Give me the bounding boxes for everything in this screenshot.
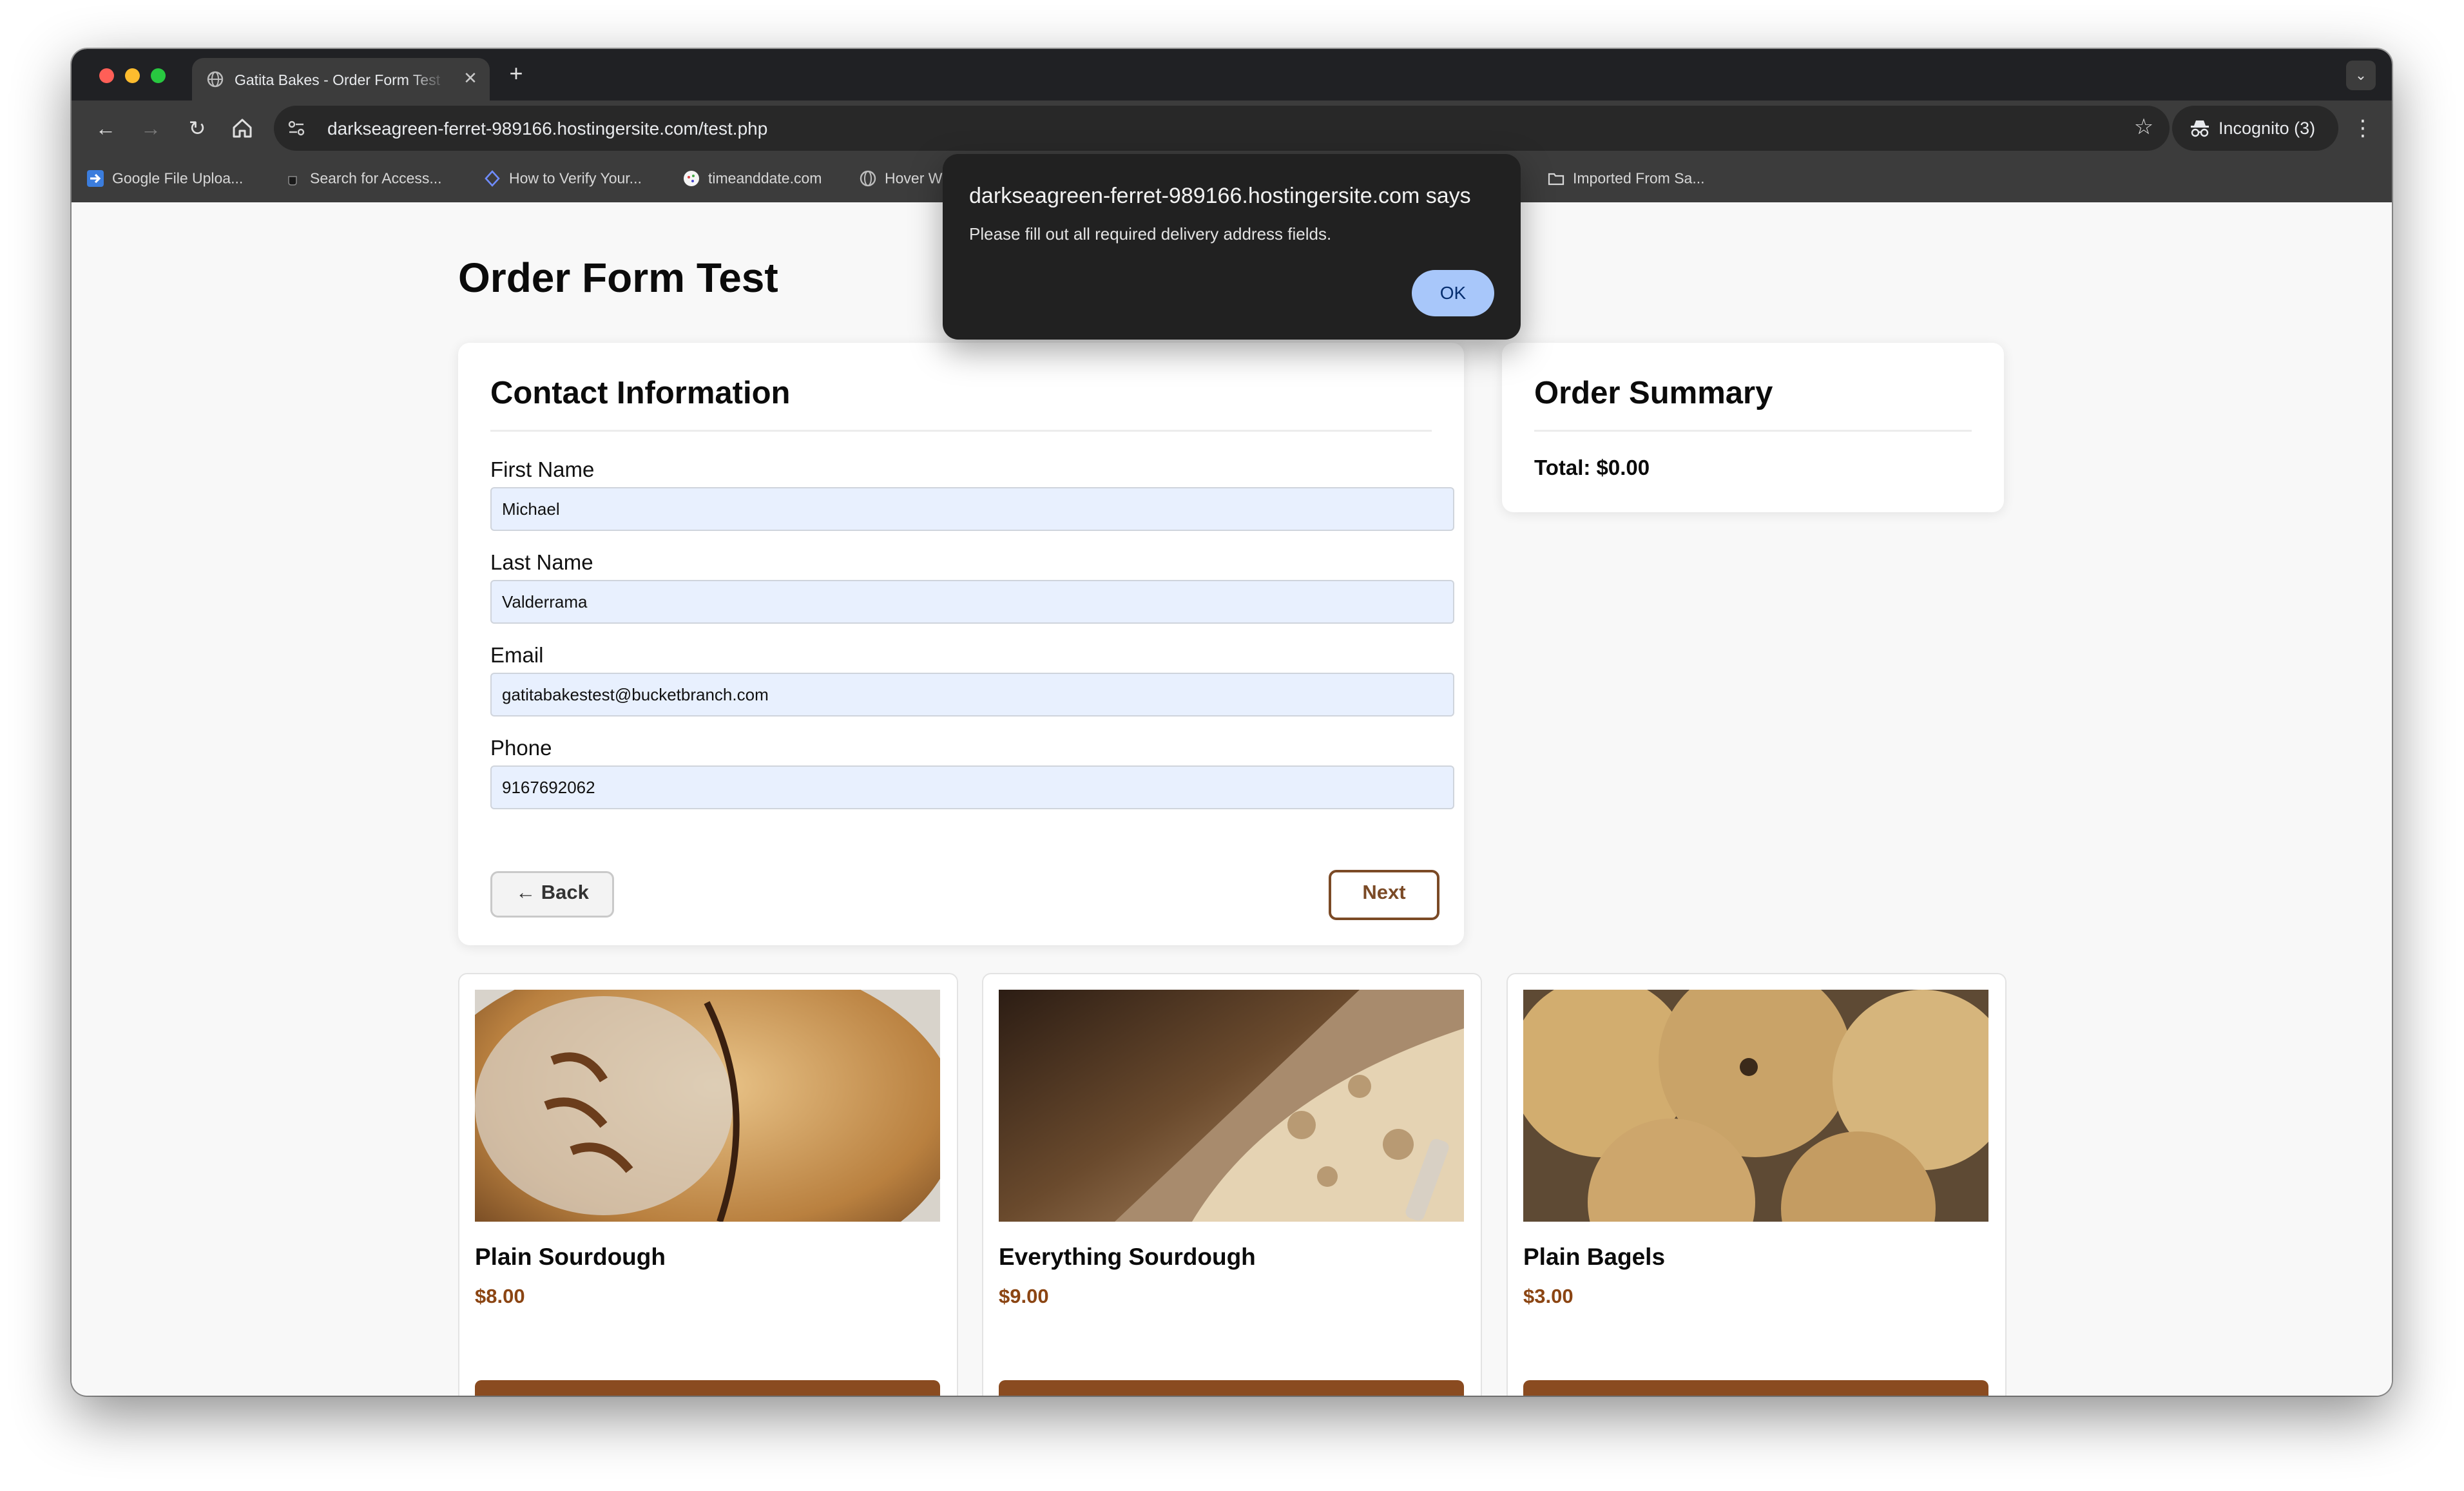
folder-icon (1548, 173, 1564, 186)
home-icon[interactable] (229, 115, 256, 142)
contact-information-card: Contact Information First Name Last Name… (458, 343, 1464, 945)
bookmark-timeanddate[interactable]: timeanddate.com (682, 169, 822, 191)
phone-input[interactable] (490, 765, 1454, 809)
url-text: darkseagreen-ferret-989166.hostingersite… (327, 119, 768, 139)
email-label: Email (490, 643, 544, 667)
back-button[interactable]: ← Back (490, 871, 614, 918)
plain-bagels-image (1523, 990, 1988, 1222)
add-to-cart-button[interactable] (999, 1380, 1464, 1396)
more-menu-icon[interactable]: ⋮ (2351, 113, 2374, 143)
email-input[interactable] (490, 673, 1454, 717)
reload-icon[interactable]: ↻ (182, 113, 212, 143)
section-divider (1534, 430, 1972, 432)
page-content: Order Form Test Contact Information Firs… (72, 202, 2392, 1396)
alert-ok-button[interactable]: OK (1412, 270, 1494, 316)
bookmark-search-for-access[interactable]: Search for Access... (284, 169, 442, 191)
bookmark-how-to-verify[interactable]: How to Verify Your... (483, 169, 642, 191)
browser-toolbar: ← → ↻ darkseagreen-ferret-989166.hosting… (72, 101, 2392, 156)
incognito-button[interactable]: Incognito (3) (2172, 106, 2338, 151)
minimize-window-button[interactable] (125, 68, 140, 83)
site-info-icon[interactable] (285, 117, 307, 139)
tab-title: Gatita Bakes - Order Form Test (235, 72, 441, 88)
product-price: $8.00 (475, 1285, 525, 1307)
chevron-down-icon: ⌄ (2354, 67, 2367, 83)
product-name: Plain Sourdough (475, 1244, 666, 1270)
product-card-plain-sourdough: Plain Sourdough $8.00 (458, 973, 958, 1396)
product-name: Plain Bagels (1523, 1244, 1666, 1270)
phone-label: Phone (490, 736, 552, 760)
alert-message: Please fill out all required delivery ad… (969, 224, 1332, 244)
globe-icon (860, 170, 876, 187)
contact-heading: Contact Information (490, 376, 791, 410)
order-summary-card: Order Summary Total: $0.00 (1502, 343, 2004, 512)
forward-arrow-icon[interactable]: → (136, 113, 166, 143)
coffee-cup-icon (288, 176, 297, 186)
page-title: Order Form Test (458, 255, 778, 301)
product-price: $3.00 (1523, 1285, 1574, 1307)
globe-icon (207, 71, 224, 88)
alert-dialog: darkseagreen-ferret-989166.hostingersite… (943, 154, 1521, 340)
bookmark-star-icon[interactable]: ☆ (2131, 114, 2157, 140)
first-name-input[interactable] (490, 487, 1454, 531)
last-name-label: Last Name (490, 550, 593, 574)
close-tab-icon[interactable]: ✕ (461, 68, 480, 88)
incognito-label: Incognito (3) (2219, 119, 2316, 138)
browser-window: Gatita Bakes - Order Form Test ✕ + ⌄ ← →… (72, 49, 2392, 1396)
bookmark-hover[interactable]: Hover W (859, 169, 942, 191)
arrow-right-icon (87, 169, 104, 187)
browser-tab-active[interactable]: Gatita Bakes - Order Form Test ✕ (192, 58, 490, 101)
everything-sourdough-image (999, 990, 1464, 1222)
close-window-button[interactable] (99, 68, 114, 83)
section-divider (490, 430, 1432, 432)
order-summary-heading: Order Summary (1534, 376, 1773, 410)
last-name-input[interactable] (490, 580, 1454, 624)
add-to-cart-button[interactable] (475, 1380, 940, 1396)
product-card-plain-bagels: Plain Bagels $3.00 (1506, 973, 2007, 1396)
tab-strip: Gatita Bakes - Order Form Test ✕ + ⌄ (72, 49, 2392, 101)
address-bar[interactable]: darkseagreen-ferret-989166.hostingersite… (274, 106, 2170, 151)
maximize-window-button[interactable] (151, 68, 166, 83)
first-name-label: First Name (490, 457, 595, 481)
product-price: $9.00 (999, 1285, 1049, 1307)
clock-icon (684, 170, 699, 186)
back-arrow-icon[interactable]: ← (91, 113, 120, 143)
product-name: Everything Sourdough (999, 1244, 1256, 1270)
shield-icon (485, 169, 500, 187)
alert-title: darkseagreen-ferret-989166.hostingersite… (969, 184, 1471, 208)
plain-sourdough-image (475, 990, 940, 1222)
bookmark-folder-imported[interactable]: Imported From Sa... (1547, 169, 1705, 191)
next-button[interactable]: Next (1329, 870, 1439, 920)
order-total: Total: $0.00 (1534, 456, 1650, 479)
new-tab-button[interactable]: + (503, 61, 529, 86)
bookmark-google-file-upload[interactable]: Google File Uploa... (86, 169, 243, 191)
product-card-everything-sourdough: Everything Sourdough $9.00 (982, 973, 1482, 1396)
add-to-cart-button[interactable] (1523, 1380, 1988, 1396)
incognito-icon (2191, 120, 2209, 137)
tab-search-button[interactable]: ⌄ (2346, 61, 2376, 90)
